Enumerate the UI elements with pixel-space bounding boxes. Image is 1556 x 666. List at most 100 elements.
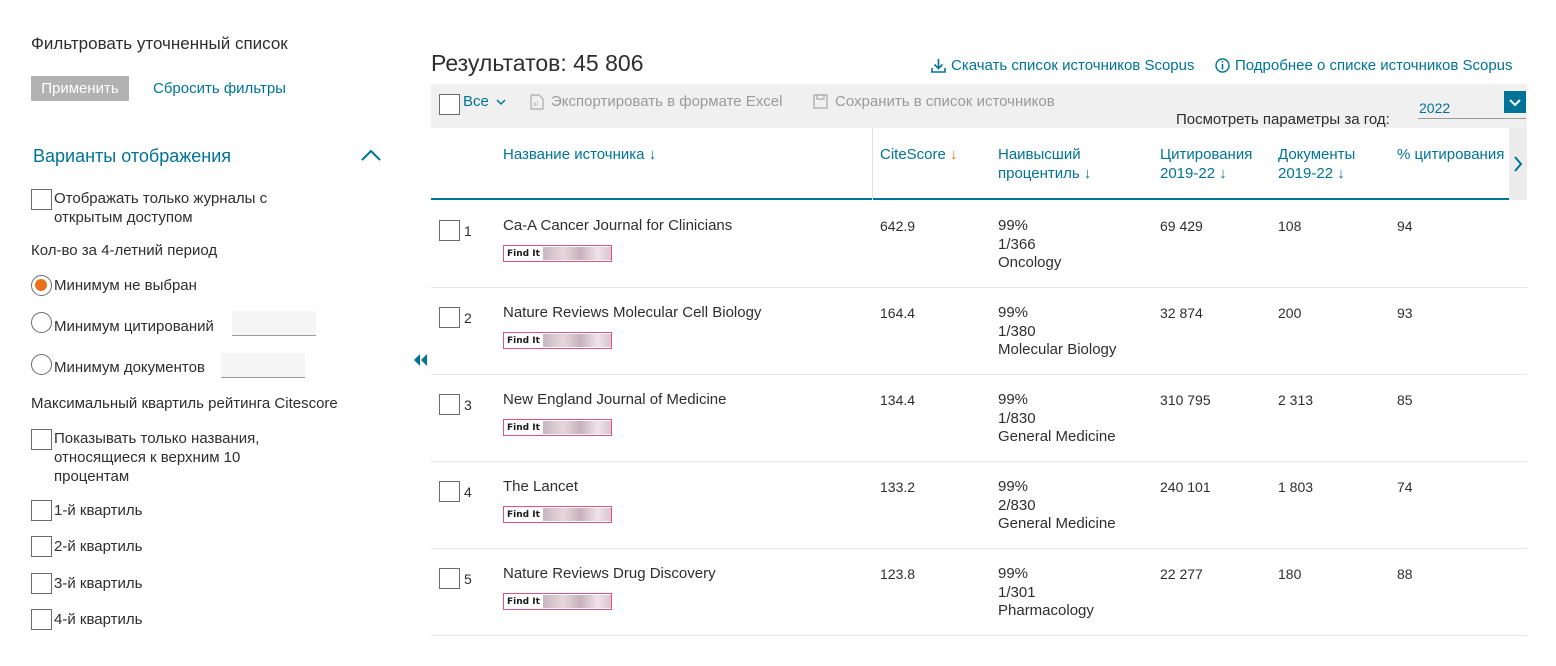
row-number: 2 [464,310,472,326]
apply-button[interactable]: Применить [31,76,129,101]
source-title-link[interactable]: Nature Reviews Drug Discovery [503,565,716,582]
open-access-label-line-2: открытым доступом [54,209,193,226]
sort-pct-cited[interactable]: % цитирования ↓ [1397,145,1516,164]
citations-value: 32 874 [1160,305,1203,321]
top10-label-line-2: относящиеся к верхним 10 [54,449,241,466]
find-it-logo-blurred [542,421,611,434]
scroll-right-button[interactable] [1509,128,1527,200]
excel-file-icon: xl [530,93,544,110]
row-checkbox[interactable] [439,481,460,502]
pct-cited-value: 74 [1397,479,1413,495]
subject-area: Oncology [998,254,1062,271]
percentile-rank: 1/380 [998,322,1036,340]
double-chevron-left-icon[interactable] [413,352,429,368]
source-title-link[interactable]: New England Journal of Medicine [503,391,726,408]
download-scopus-list-link[interactable]: Скачать список источников Scopus [931,57,1194,74]
header-source-label: Название источника [503,146,645,163]
documents-value: 2 313 [1278,392,1314,408]
row-checkbox[interactable] [439,394,460,415]
min-documents-input[interactable] [221,353,305,378]
find-it-button[interactable]: Find It [503,245,612,262]
column-divider [872,128,873,200]
reset-filters-link[interactable]: Сбросить фильтры [153,80,286,97]
pct-cited-value: 85 [1397,392,1413,408]
quartile-heading: Максимальный квартиль рейтинга Citescore [31,395,338,412]
filter-sidebar: Фильтровать уточненный список Применить … [0,0,400,666]
percentile-value: 99% [998,304,1029,321]
header-citations-line-1: Цитирования [1160,146,1253,163]
subject-area: General Medicine [998,515,1116,532]
sort-percentile[interactable]: Наивысший процентиль ↓ [998,145,1091,183]
year-value: 2022 [1419,100,1451,116]
year-dropdown-button[interactable] [1504,91,1526,113]
citescore-value: 134.4 [880,392,916,408]
table-row: 1 Ca-A Cancer Journal for Clinicians Find … [431,201,1527,288]
find-it-label: Find It [504,248,543,259]
sort-documents[interactable]: Документы 2019-22 ↓ [1278,145,1355,183]
citations-value: 22 277 [1160,566,1203,582]
year-select[interactable]: 2022 [1418,91,1526,119]
percentile-rank: 1/301 [998,583,1036,601]
open-access-checkbox[interactable] [31,189,52,210]
min-documents-radio[interactable] [31,354,52,375]
row-number: 4 [464,484,472,500]
percentile-value: 99% [998,391,1029,408]
find-it-button[interactable]: Find It [503,419,612,436]
source-title-link[interactable]: Nature Reviews Molecular Cell Biology [503,304,761,321]
row-checkbox[interactable] [439,568,460,589]
find-it-logo-blurred [542,247,611,260]
find-it-button[interactable]: Find It [503,506,612,523]
select-all-label: Все [463,93,489,110]
sort-citations[interactable]: Цитирования 2019-22 ↓ [1160,145,1252,183]
row-number: 5 [464,571,472,587]
citescore-value: 133.2 [880,479,916,495]
percentile-cell: 99% 2/830 General Medicine [998,478,1116,534]
top10-checkbox[interactable] [31,429,52,450]
quartile-2-checkbox[interactable] [31,536,52,557]
source-title-link[interactable]: The Lancet [503,478,578,495]
row-number: 1 [464,223,472,239]
pct-cited-value: 93 [1397,305,1413,321]
select-all-checkbox[interactable] [439,94,460,115]
percentile-value: 99% [998,565,1029,582]
more-info-scopus-link[interactable]: Подробнее о списке источников Scopus [1215,57,1513,74]
quartile-1-checkbox[interactable] [31,500,52,521]
find-it-button[interactable]: Find It [503,332,612,349]
top10-label-line-3: процентам [54,468,130,485]
min-citations-radio[interactable] [31,312,52,333]
more-info-scopus-label: Подробнее о списке источников Scopus [1235,57,1513,74]
min-citations-input[interactable] [232,311,316,336]
sort-citescore[interactable]: CiteScore ↓ [880,145,958,164]
select-all-dropdown[interactable]: Все [463,93,506,110]
row-checkbox[interactable] [439,220,460,241]
chevron-up-icon[interactable] [359,146,383,164]
quartile-3-checkbox[interactable] [31,573,52,594]
chevron-down-icon [1509,99,1521,107]
subject-area: Pharmacology [998,602,1094,619]
source-title-link[interactable]: Ca-A Cancer Journal for Clinicians [503,217,732,234]
find-it-button[interactable]: Find It [503,593,612,610]
citescore-value: 642.9 [880,218,916,234]
quartile-4-checkbox[interactable] [31,609,52,630]
save-to-list-button[interactable]: Сохранить в список источников [813,93,1055,110]
citations-value: 310 795 [1160,392,1211,408]
arrow-down-icon: ↓ [1219,165,1227,182]
sort-source-name[interactable]: Название источника ↓ [503,145,656,164]
subject-area: General Medicine [998,428,1116,445]
table-row: 2 Nature Reviews Molecular Cell Biology Fi… [431,288,1527,375]
display-options-heading[interactable]: Варианты отображения [33,146,231,167]
row-checkbox[interactable] [439,307,460,328]
find-it-label: Find It [504,335,543,346]
period-label: Кол-во за 4-летний период [31,242,218,259]
export-excel-button[interactable]: xl Экспортировать в формате Excel [530,93,782,110]
find-it-label: Find It [504,509,543,520]
top10-label-line-1: Показывать только названия, [54,430,260,447]
min-documents-label: Минимум документов [54,359,205,376]
header-citescore-label: CiteScore [880,146,946,163]
table-row: 4 The Lancet Find It 133.2 99% 2/830 General M… [431,462,1527,549]
citescore-value: 164.4 [880,305,916,321]
export-excel-label: Экспортировать в формате Excel [551,93,783,110]
find-it-logo-blurred [542,508,611,521]
min-not-selected-radio[interactable] [31,275,52,296]
year-param-label: Посмотреть параметры за год: [1176,111,1390,128]
